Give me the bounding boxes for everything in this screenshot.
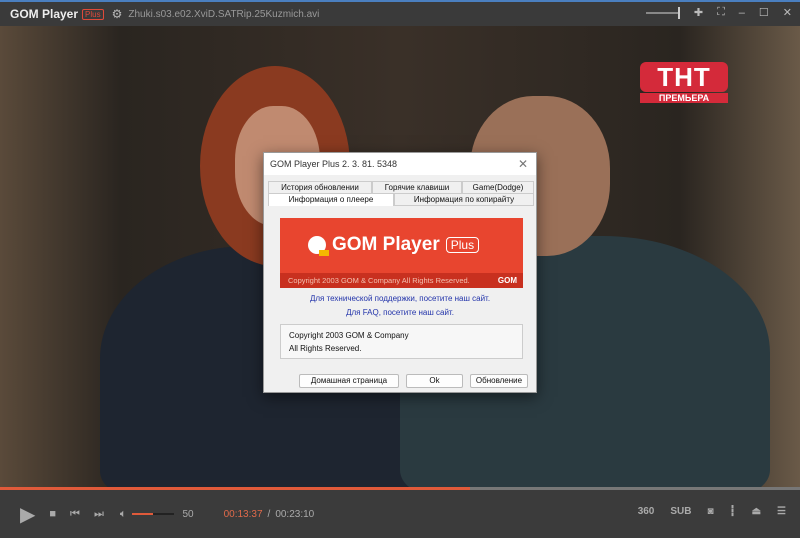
next-button[interactable]: ⏭ — [94, 508, 104, 521]
plus-badge: Plus — [82, 8, 104, 20]
volume-value: 50 — [182, 508, 194, 520]
tab-copyright-info[interactable]: Информация по копирайту — [394, 193, 534, 206]
volume-icon[interactable]: 🔈︎ — [120, 508, 127, 521]
close-button[interactable]: ✕ — [783, 6, 792, 19]
volume-slider[interactable] — [132, 513, 175, 515]
eject-icon[interactable]: ⏏ — [752, 506, 761, 517]
banner-copyright: Copyright 2003 GOM & Company All Rights … — [288, 276, 470, 285]
gom-logo-icon — [308, 236, 329, 256]
vr360-button[interactable]: 360 — [638, 506, 655, 517]
pin-icon[interactable]: ✚ — [694, 6, 703, 19]
subtitle-button[interactable]: SUB — [670, 506, 691, 517]
equalizer-icon[interactable]: ┇ — [730, 506, 736, 517]
current-time: 00:13:37 — [223, 508, 263, 520]
about-dialog: GOM Player Plus 2. 3. 81. 5348 ✕ История… — [263, 152, 537, 393]
tab-player-info[interactable]: Информация о плеере — [268, 193, 394, 206]
previous-button[interactable]: ⏮ — [70, 508, 80, 521]
camera-icon[interactable]: ◙ — [708, 506, 714, 517]
gom-banner: GOM Player Plus Copyright 2003 GOM & Com… — [280, 218, 523, 288]
maximize-button[interactable]: ☐ — [759, 6, 769, 19]
time-separator: / — [267, 508, 271, 520]
update-button[interactable]: Обновление — [470, 374, 528, 388]
dialog-title: GOM Player Plus 2. 3. 81. 5348 — [264, 153, 536, 175]
banner-gom: GOM — [497, 276, 517, 285]
banner-title: GOM Player — [332, 234, 440, 255]
play-button[interactable]: ▶ — [20, 502, 35, 527]
playlist-icon[interactable]: ☰ — [777, 506, 786, 517]
stop-button[interactable]: ■ — [49, 508, 56, 520]
control-bar: ▶ ■ ⏮ ⏭ 🔈︎ 50 00:13:37 / 00:23:10 360 SU… — [0, 490, 800, 538]
file-name: Zhuki.s03.e02.XviD.SATRip.25Kuzmich.avi — [128, 8, 320, 20]
copyright-line: All Rights Reserved. — [289, 344, 362, 353]
fullscreen-icon[interactable]: ⛶ — [717, 6, 725, 19]
channel-logo: ТНТ ПРЕМЬЕРА — [640, 62, 728, 108]
copyright-box: Copyright 2003 GOM & Company All Rights … — [280, 324, 523, 359]
homepage-button[interactable]: Домашная страница — [299, 374, 399, 388]
faq-link[interactable]: Для FAQ, посетите наш сайт. — [264, 308, 536, 317]
channel-name: ТНТ — [640, 62, 728, 92]
gear-icon[interactable]: ⚙ — [112, 7, 123, 21]
volume-fill — [132, 513, 154, 515]
support-link[interactable]: Для технической поддержки, посетите наш … — [264, 294, 536, 303]
dialog-close-icon[interactable]: ✕ — [518, 157, 528, 171]
app-logo: GOM Player — [10, 7, 79, 21]
ok-button[interactable]: Ok — [406, 374, 463, 388]
total-time: 00:23:10 — [275, 508, 315, 520]
channel-sub: ПРЕМЬЕРА — [640, 93, 728, 103]
opacity-slider[interactable] — [645, 6, 680, 19]
copyright-line: Copyright 2003 GOM & Company — [289, 331, 409, 340]
minimize-button[interactable]: – — [739, 7, 745, 19]
title-bar[interactable]: GOM Player Plus ⚙ Zhuki.s03.e02.XviD.SAT… — [0, 0, 800, 26]
banner-plus: Plus — [445, 237, 480, 253]
